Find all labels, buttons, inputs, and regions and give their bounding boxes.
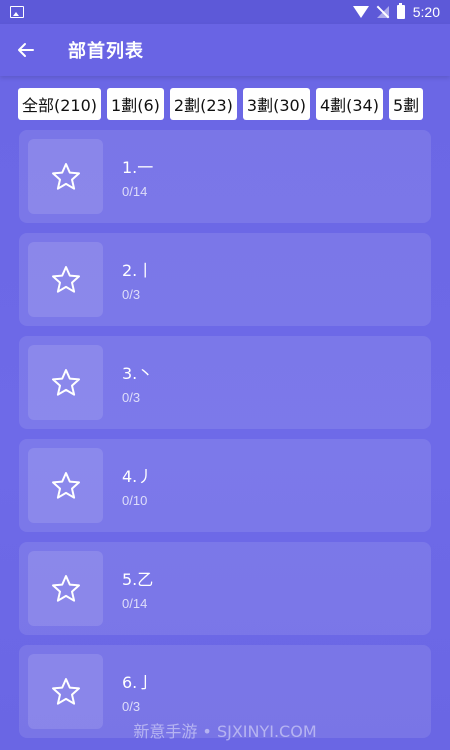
favorite-button[interactable] [28,551,103,626]
app-bar: 部首列表 [0,24,450,76]
filter-chip-4-strokes[interactable]: 4劃(34) [315,88,383,120]
radical-info: 3.丶 0/3 [122,360,153,405]
radical-info: 5.乙 0/14 [122,566,153,611]
radical-list: 1.一 0/14 2.丨 0/3 3.丶 0/3 4.丿 0/10 5.乙 0/… [19,130,431,748]
filter-chip-all[interactable]: 全部(210) [18,88,102,120]
radical-title: 5.乙 [122,570,154,589]
filter-chip-1-stroke[interactable]: 1劃(6) [107,88,164,120]
status-icons: 5:20 [352,3,440,20]
radical-title: 6.亅 [122,673,154,692]
filter-chip-3-strokes[interactable]: 3劃(30) [242,88,310,120]
radical-info: 2.丨 0/3 [122,257,153,302]
radical-progress: 0/14 [122,596,148,611]
star-outline-icon [51,677,80,705]
status-time: 5:20 [412,4,440,20]
stroke-filter-tabs: 全部(210) 1劃(6) 2劃(23) 3劃(30) 4劃(34) 5劃 [18,88,450,120]
gallery-icon [10,6,24,18]
radical-title: 4.丿 [122,467,154,486]
radical-title: 3.丶 [122,364,154,383]
radical-progress: 0/10 [122,493,148,508]
battery-icon [396,3,405,19]
radical-title: 1.一 [122,158,154,177]
filter-chip-2-strokes[interactable]: 2劃(23) [169,88,237,120]
star-outline-icon [51,265,80,293]
no-signal-icon [376,6,389,18]
radical-progress: 0/3 [122,287,141,302]
radical-progress: 0/14 [122,184,148,199]
radical-card[interactable]: 3.丶 0/3 [19,336,431,429]
radical-info: 4.丿 0/10 [122,463,153,508]
status-bar: 5:20 [0,0,450,24]
page-title: 部首列表 [68,41,144,62]
star-outline-icon [51,574,80,602]
favorite-button[interactable] [28,139,103,214]
favorite-button[interactable] [28,345,103,420]
radical-info: 1.一 0/14 [122,154,153,199]
radical-card[interactable]: 2.丨 0/3 [19,233,431,326]
radical-title: 2.丨 [122,261,154,280]
watermark: 新意手游 • SJXINYI.COM [133,722,317,741]
star-outline-icon [51,471,80,499]
wifi-icon [352,6,369,18]
radical-card[interactable]: 4.丿 0/10 [19,439,431,532]
radical-progress: 0/3 [122,699,141,714]
back-button[interactable] [14,38,38,62]
radical-progress: 0/3 [122,390,141,405]
favorite-button[interactable] [28,242,103,317]
star-outline-icon [51,162,80,190]
star-outline-icon [51,368,80,396]
radical-card[interactable]: 5.乙 0/14 [19,542,431,635]
radical-card[interactable]: 1.一 0/14 [19,130,431,223]
radical-info: 6.亅 0/3 [122,669,153,714]
favorite-button[interactable] [28,448,103,523]
filter-chip-5-strokes[interactable]: 5劃 [388,88,424,120]
arrow-left-icon [18,43,34,57]
